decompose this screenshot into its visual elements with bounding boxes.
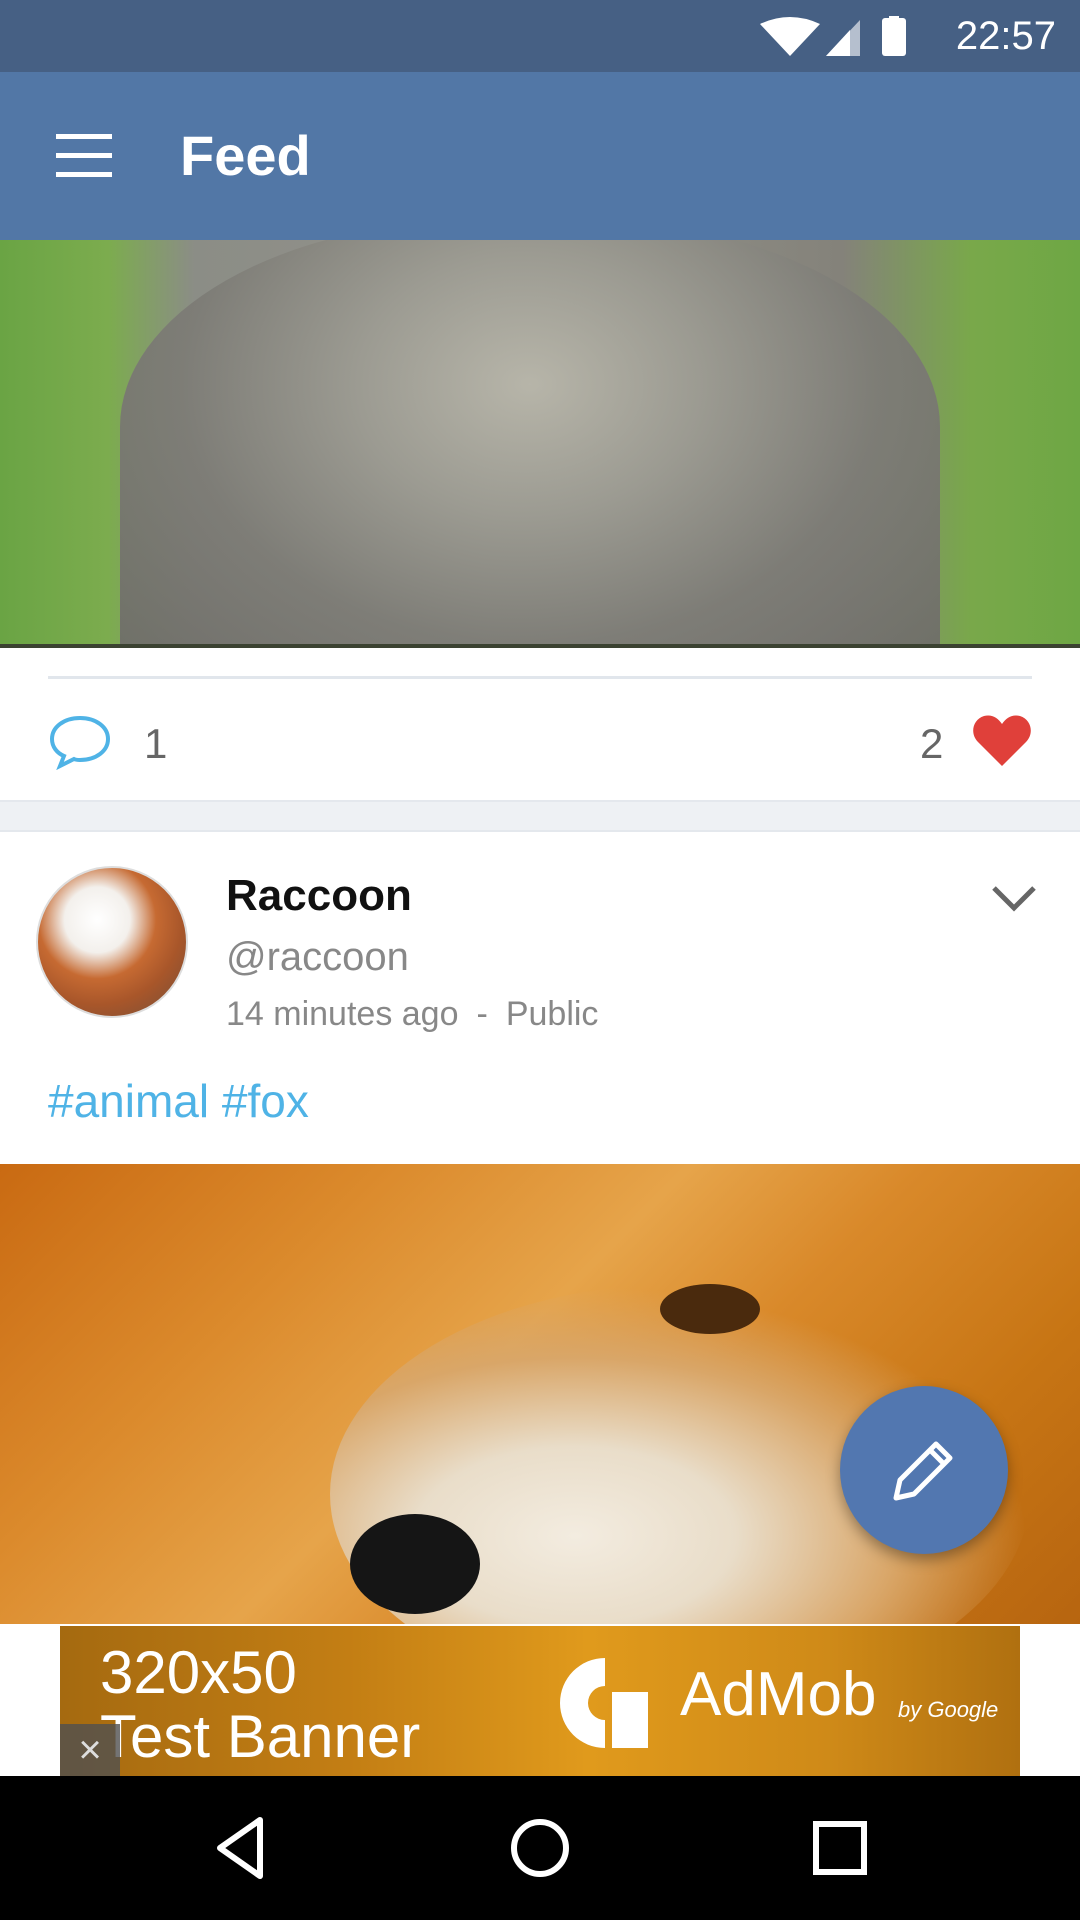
admob-logo-icon [560, 1658, 648, 1748]
fox-eye [660, 1284, 760, 1334]
like-count: 2 [920, 720, 944, 767]
post-actions: 1 2 [0, 690, 1080, 800]
wifi-icon [760, 17, 820, 56]
compose-button[interactable] [840, 1386, 1008, 1554]
navigation-bar [0, 1776, 1080, 1920]
recents-icon[interactable] [804, 1812, 876, 1884]
signal-icon [826, 20, 860, 56]
ad-brand-sub: by Google [898, 1697, 999, 1722]
post-visibility: Public [505, 995, 599, 1033]
menu-icon[interactable] [56, 134, 112, 178]
status-icons [760, 16, 906, 56]
comment-count: 1 [144, 720, 168, 767]
heart-icon[interactable] [970, 712, 1034, 768]
ad-line2: Test Banner [100, 1703, 421, 1770]
fox-nose [350, 1514, 480, 1614]
post-meta: 14 minutes ago - Public [226, 994, 598, 1034]
author-name[interactable]: Raccoon [226, 872, 412, 920]
ad-close-button[interactable]: × [60, 1724, 120, 1776]
battery-icon [882, 16, 906, 56]
author-handle[interactable]: @raccoon [226, 934, 409, 980]
hashtag-animal[interactable]: #animal [48, 1075, 209, 1127]
divider [48, 676, 1032, 679]
chevron-down-icon[interactable] [990, 880, 1038, 916]
ad-brand: AdMob [680, 1660, 877, 1729]
avatar[interactable] [36, 866, 188, 1018]
post-image-previous[interactable] [0, 240, 1080, 648]
ad-banner[interactable]: 320x50 Test Banner AdMob by Google × [60, 1626, 1020, 1776]
app-bar: Feed [0, 72, 1080, 240]
status-time: 22:57 [955, 14, 1056, 58]
hashtag-fox[interactable]: #fox [222, 1075, 309, 1127]
comment-icon[interactable] [48, 714, 112, 770]
meta-separator: - [476, 995, 488, 1033]
hashtags: #animal #fox [48, 1074, 309, 1128]
post-separator [0, 800, 1080, 832]
post-timestamp: 14 minutes ago [226, 995, 459, 1033]
pencil-icon [893, 1441, 953, 1501]
ad-line1: 320x50 [100, 1639, 297, 1706]
page-title: Feed [180, 124, 311, 187]
home-icon[interactable] [504, 1812, 576, 1884]
back-icon[interactable] [206, 1812, 278, 1884]
status-bar: 22:57 [0, 0, 1080, 72]
